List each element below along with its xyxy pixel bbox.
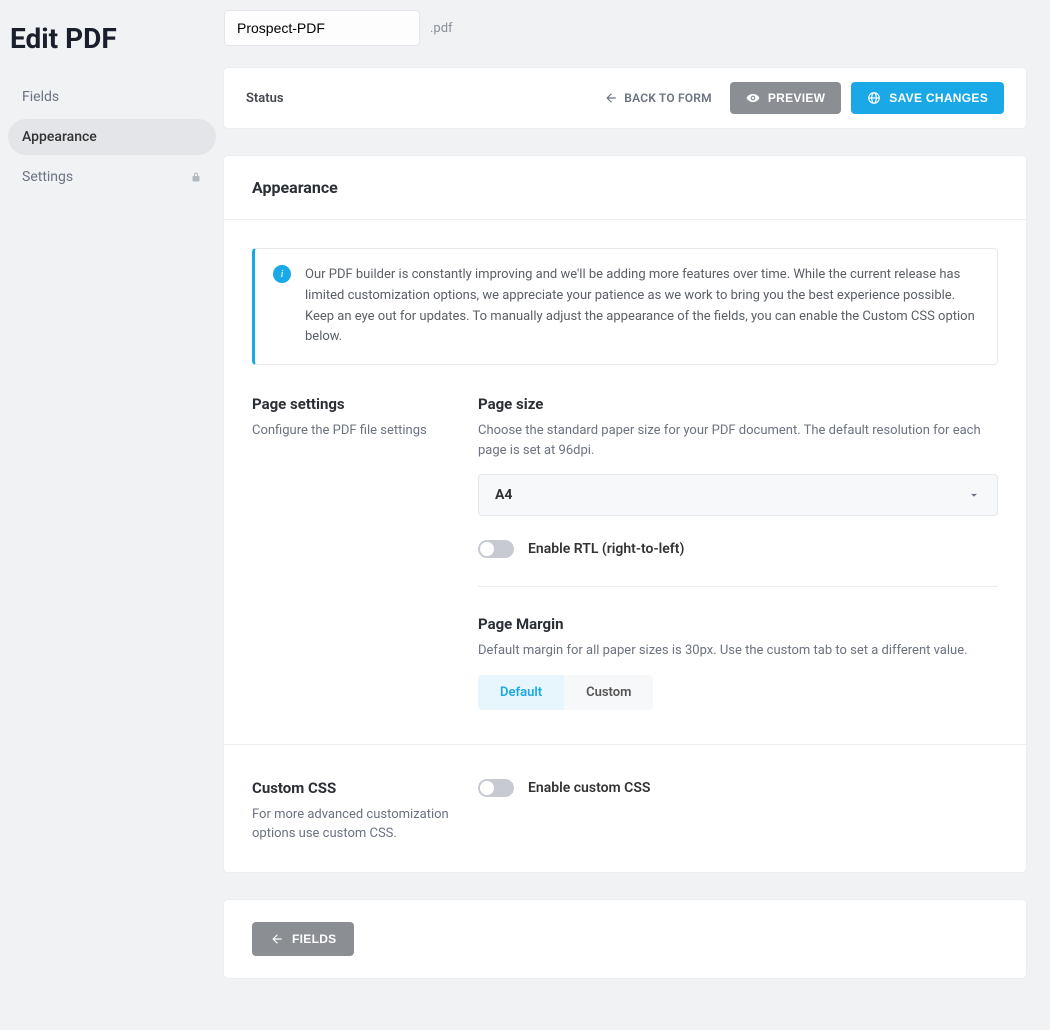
pdf-name-input[interactable] [224,10,420,46]
appearance-heading: Appearance [252,178,998,197]
eye-icon [746,91,760,105]
custom-css-title: Custom CSS [252,779,454,797]
divider [478,586,998,587]
page-margin-desc: Default margin for all paper sizes is 30… [478,641,998,661]
page-size-value: A4 [495,487,512,503]
sidebar-item-appearance[interactable]: Appearance [8,119,216,155]
page-size-title: Page size [478,395,998,413]
pdf-name-row: .pdf [224,10,1026,46]
sidebar-item-settings[interactable]: Settings [8,159,216,195]
info-banner: i Our PDF builder is constantly improvin… [252,248,998,365]
save-changes-button[interactable]: SAVE CHANGES [851,82,1004,114]
info-text: Our PDF builder is constantly improving … [305,265,979,348]
status-label: Status [246,91,284,106]
back-to-form-label: BACK TO FORM [624,91,712,105]
sidebar: Edit PDF Fields Appearance Settings [0,0,224,1030]
custom-css-desc: For more advanced customization options … [252,805,454,844]
status-card: Status BACK TO FORM PREVIEW SAVE CHANGES [224,68,1026,128]
lock-icon [190,171,202,183]
rtl-toggle-row: Enable RTL (right-to-left) [478,540,998,558]
page-size-select[interactable]: A4 [478,474,998,516]
page-size-desc: Choose the standard paper size for your … [478,421,998,460]
arrow-left-icon [270,932,284,946]
fields-button[interactable]: FIELDS [252,922,354,956]
custom-css-label: Enable custom CSS [528,780,650,796]
page-settings-title: Page settings [252,395,454,413]
footer-card: FIELDS [224,900,1026,978]
sidebar-item-label: Appearance [22,129,97,145]
page-margin-title: Page Margin [478,615,998,633]
preview-label: PREVIEW [768,91,825,105]
save-label: SAVE CHANGES [889,91,988,105]
preview-button[interactable]: PREVIEW [730,82,841,114]
appearance-card: Appearance i Our PDF builder is constant… [224,156,1026,872]
tab-custom[interactable]: Custom [564,675,653,710]
appearance-header: Appearance [224,156,1026,220]
sidebar-nav: Fields Appearance Settings [8,79,216,195]
info-icon: i [273,265,291,283]
arrow-left-icon [604,91,618,105]
status-actions: BACK TO FORM PREVIEW SAVE CHANGES [604,82,1004,114]
sidebar-item-fields[interactable]: Fields [8,79,216,115]
rtl-toggle[interactable] [478,540,514,558]
tab-default[interactable]: Default [478,675,564,710]
pdf-extension-label: .pdf [430,21,453,36]
custom-css-row: Custom CSS For more advanced customizati… [252,779,998,844]
sidebar-item-label: Fields [22,89,59,105]
custom-css-toggle[interactable] [478,779,514,797]
margin-tabs: Default Custom [478,675,998,710]
page-title: Edit PDF [10,22,216,55]
back-to-form-link[interactable]: BACK TO FORM [604,91,712,105]
sidebar-item-label: Settings [22,169,73,185]
rtl-label: Enable RTL (right-to-left) [528,541,684,557]
page-settings-row: Page settings Configure the PDF file set… [252,395,998,710]
fields-label: FIELDS [292,932,336,946]
globe-icon [867,91,881,105]
divider [224,744,1026,745]
custom-css-toggle-row: Enable custom CSS [478,779,998,797]
main-content: .pdf Status BACK TO FORM PREVIEW SA [224,0,1050,1030]
page-settings-desc: Configure the PDF file settings [252,421,454,441]
chevron-down-icon [967,488,981,502]
